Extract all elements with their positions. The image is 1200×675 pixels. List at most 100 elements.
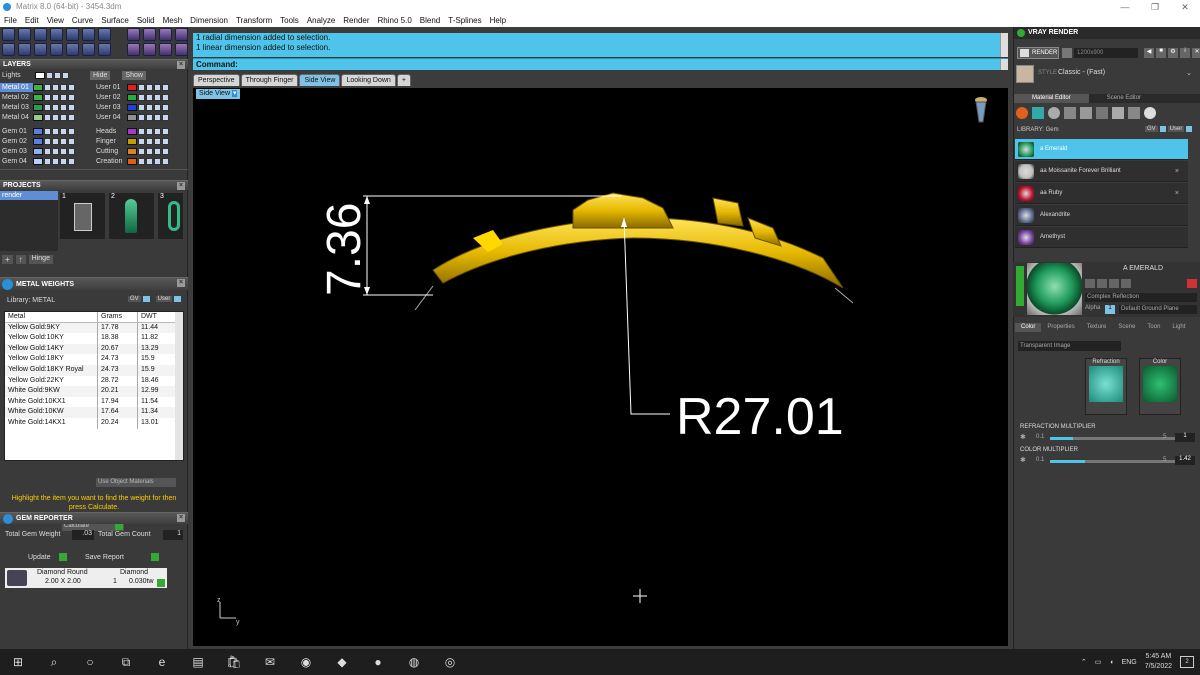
tab-material-editor[interactable]: Material Editor xyxy=(1014,94,1089,103)
metal-row[interactable]: Yellow Gold:18KY Royal 24.73 15.9 xyxy=(5,364,183,376)
app2-icon[interactable]: ● xyxy=(360,649,396,675)
user-tab[interactable]: User xyxy=(1167,126,1185,132)
project-item[interactable]: render xyxy=(0,191,58,200)
menu-analyze[interactable]: Analyze xyxy=(307,14,335,27)
add-tab-button[interactable]: + xyxy=(396,74,411,86)
project-thumb[interactable]: 1 xyxy=(60,193,105,239)
lock-icon[interactable] xyxy=(146,138,153,145)
layer-color-swatch[interactable] xyxy=(33,148,43,155)
lock-icon[interactable] xyxy=(52,94,59,101)
expand-icon[interactable] xyxy=(1016,266,1024,306)
explorer-icon[interactable]: ▤ xyxy=(180,649,216,675)
lock-icon[interactable] xyxy=(146,114,153,121)
visible-icon[interactable] xyxy=(138,158,145,165)
material-item[interactable]: aa Ruby × xyxy=(1015,183,1188,204)
color-slot[interactable]: Color xyxy=(1139,358,1181,415)
visible-icon[interactable] xyxy=(138,104,145,111)
menu-file[interactable]: File xyxy=(4,14,17,27)
tool-icon[interactable] xyxy=(50,43,63,56)
ground-plane-select[interactable]: Default Ground Plane xyxy=(1119,305,1197,314)
resolution-field[interactable]: 1200x900 xyxy=(1074,48,1138,58)
menu-mesh[interactable]: Mesh xyxy=(163,14,183,27)
layer-icon[interactable] xyxy=(60,138,67,145)
cortana-icon[interactable]: ○ xyxy=(72,649,108,675)
tool-icon[interactable] xyxy=(127,28,140,41)
layer-options-icon[interactable] xyxy=(162,114,169,121)
tab-side-view[interactable]: Side View xyxy=(299,74,341,86)
layer-color-swatch[interactable] xyxy=(33,128,43,135)
visible-icon[interactable] xyxy=(44,84,51,91)
lock-icon[interactable] xyxy=(54,72,61,79)
material-item[interactable]: Alexandrite xyxy=(1015,205,1188,226)
layer-color-swatch[interactable] xyxy=(127,148,137,155)
add-button[interactable]: + xyxy=(2,255,13,264)
layer-icon[interactable] xyxy=(154,128,161,135)
close-icon[interactable]: ✕ xyxy=(1192,48,1200,58)
matrix-icon[interactable]: ◎ xyxy=(432,649,468,675)
layer-icon[interactable] xyxy=(60,84,67,91)
menu-transform[interactable]: Transform xyxy=(236,14,272,27)
tab-texture[interactable]: Texture xyxy=(1081,323,1113,332)
lock-icon[interactable] xyxy=(62,72,69,79)
close-icon[interactable]: × xyxy=(177,182,185,190)
visible-icon[interactable] xyxy=(138,148,145,155)
layer-row[interactable]: Gem 02 xyxy=(0,137,76,146)
refraction-slider[interactable] xyxy=(1050,437,1178,440)
layer-icon[interactable] xyxy=(154,84,161,91)
tool-icon[interactable] xyxy=(159,28,172,41)
visible-icon[interactable] xyxy=(138,138,145,145)
layer-row[interactable]: Metal 04 xyxy=(0,113,76,122)
material-item[interactable]: Amethyst xyxy=(1015,227,1188,248)
visible-icon[interactable] xyxy=(138,114,145,121)
store-icon[interactable]: 🛍 xyxy=(216,649,252,675)
layer-color-swatch[interactable] xyxy=(127,114,137,121)
lock-icon[interactable] xyxy=(52,148,59,155)
command-line[interactable]: Command: xyxy=(193,58,1008,70)
pattern-icon[interactable] xyxy=(1096,107,1108,119)
tool-icon[interactable] xyxy=(2,28,15,41)
tool-icon[interactable] xyxy=(18,43,31,56)
reflection-select[interactable]: Complex Reflection xyxy=(1085,293,1197,302)
splitter[interactable] xyxy=(0,169,188,177)
people-icon[interactable]: ⌃ xyxy=(1081,658,1087,666)
delete-icon[interactable] xyxy=(1187,279,1197,288)
tool-icon[interactable] xyxy=(66,43,79,56)
layer-row[interactable]: Gem 04 xyxy=(0,157,76,166)
lock-icon[interactable] xyxy=(146,94,153,101)
layer-color-swatch[interactable] xyxy=(33,104,43,111)
tab-properties[interactable]: Properties xyxy=(1041,323,1080,332)
notification-icon[interactable]: 2 xyxy=(1180,656,1194,668)
visible-icon[interactable] xyxy=(44,114,51,121)
edit-icon[interactable] xyxy=(1085,279,1095,288)
layer-options-icon[interactable] xyxy=(162,128,169,135)
layer-options-icon[interactable] xyxy=(68,94,75,101)
edge-icon[interactable]: e xyxy=(144,649,180,675)
project-thumb[interactable]: 2 xyxy=(109,193,154,239)
refraction-slot[interactable]: Refraction xyxy=(1085,358,1127,415)
gem-row[interactable]: Diamond Round Diamond 2.00 X 2.00 1 0.03… xyxy=(5,568,167,588)
metal-row[interactable]: Yellow Gold:18KY 24.73 15.9 xyxy=(5,354,183,365)
lock-icon[interactable] xyxy=(52,158,59,165)
menu-render[interactable]: Render xyxy=(343,14,369,27)
transparent-image-select[interactable]: Transparent Image xyxy=(1018,341,1121,351)
tool-icon[interactable] xyxy=(175,43,188,56)
tool-icon[interactable] xyxy=(18,28,31,41)
metal-row[interactable]: White Gold:14KX1 20.24 13.01 xyxy=(5,417,183,429)
lock-icon[interactable] xyxy=(52,138,59,145)
mail-icon[interactable]: ✉ xyxy=(252,649,288,675)
visible-icon[interactable] xyxy=(44,158,51,165)
gv-toggle[interactable] xyxy=(1159,126,1166,132)
tool-icon[interactable] xyxy=(98,43,111,56)
save-play-icon[interactable] xyxy=(151,553,159,561)
layer-row[interactable]: Metal 02 xyxy=(0,93,76,102)
layer-icon[interactable] xyxy=(60,94,67,101)
close-icon[interactable]: × xyxy=(177,514,185,522)
menu-dimension[interactable]: Dimension xyxy=(190,14,228,27)
layer-row[interactable]: User 03 xyxy=(94,103,170,112)
language-indicator[interactable]: ENG xyxy=(1122,659,1137,666)
layer-color-swatch[interactable] xyxy=(127,158,137,165)
visible-icon[interactable] xyxy=(138,94,145,101)
layer-row[interactable]: Metal 03 xyxy=(0,103,76,112)
chevron-down-icon[interactable]: ▾ xyxy=(231,90,238,97)
visible-icon[interactable] xyxy=(44,148,51,155)
